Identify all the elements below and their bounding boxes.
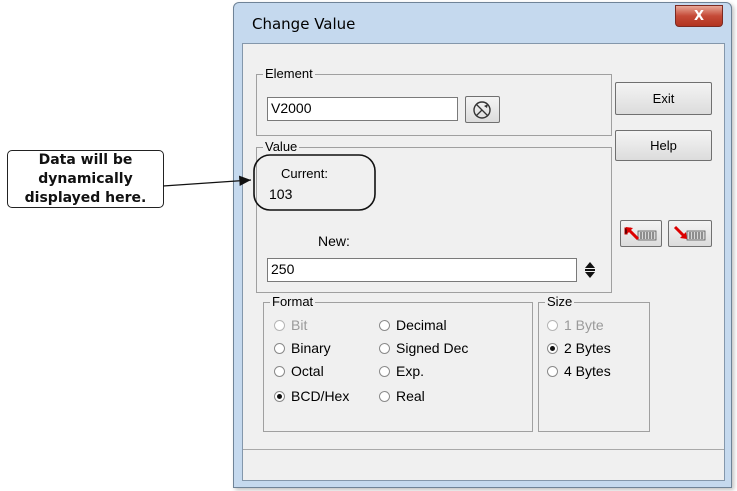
close-icon: X (693, 8, 705, 24)
callout-label: Data will be dynamically displayed here. (7, 150, 164, 208)
read-value-button[interactable] (620, 220, 662, 247)
element-input[interactable]: V2000 (267, 97, 458, 121)
format-radio-bcd-hex[interactable]: BCD/Hex (274, 388, 349, 404)
format-radio-bit[interactable]: Bit (274, 317, 307, 333)
size-legend: Size (545, 294, 575, 310)
radio-circle (379, 390, 390, 402)
format-radio-binary[interactable]: Binary (274, 340, 331, 356)
element-browse-button[interactable] (465, 96, 500, 123)
red-arrow-left-icon (624, 226, 657, 240)
radio-circle (379, 365, 390, 377)
size-radio-1-byte[interactable]: 1 Byte (547, 317, 604, 333)
radio-label: 4 Bytes (564, 363, 611, 379)
title-bar[interactable]: Change Value X (234, 3, 731, 43)
radio-circle (547, 342, 558, 354)
format-radio-signed-dec[interactable]: Signed Dec (379, 340, 468, 356)
radio-label: Binary (291, 340, 331, 356)
exit-button[interactable]: Exit (615, 82, 712, 115)
spin-stepper-icon[interactable] (584, 260, 596, 280)
format-radio-decimal[interactable]: Decimal (379, 317, 447, 333)
write-value-button[interactable] (668, 220, 712, 247)
help-button[interactable]: Help (615, 130, 712, 161)
radio-label: 1 Byte (564, 317, 604, 333)
value-group: Value Current: 103 New: 250 (256, 139, 612, 293)
size-radio-4-bytes[interactable]: 4 Bytes (547, 363, 611, 379)
radio-circle (547, 319, 558, 331)
new-label: New: (318, 233, 350, 249)
radio-circle (379, 342, 390, 354)
change-value-dialog: Change Value X Element V2000 Exit Help V… (233, 2, 732, 488)
format-group: Format Bit Decimal Binary Signed Dec Oct… (263, 294, 533, 432)
status-bar (243, 449, 724, 480)
element-group: Element V2000 (256, 66, 612, 136)
size-radio-2-bytes[interactable]: 2 Bytes (547, 340, 611, 356)
dialog-client-area: Element V2000 Exit Help Value Current: 1… (242, 43, 725, 481)
size-group: Size 1 Byte 2 Bytes 4 Bytes (538, 294, 650, 432)
close-button[interactable]: X (675, 5, 723, 27)
format-radio-octal[interactable]: Octal (274, 363, 324, 379)
red-arrow-right-icon (673, 225, 706, 240)
radio-label: 2 Bytes (564, 340, 611, 356)
element-browse-icon (472, 100, 491, 119)
value-legend: Value (263, 139, 300, 155)
radio-label: Real (396, 388, 425, 404)
radio-label: Octal (291, 363, 324, 379)
current-label: Current: (281, 166, 328, 181)
element-legend: Element (263, 66, 315, 82)
new-value-input[interactable]: 250 (267, 258, 577, 282)
radio-label: Decimal (396, 317, 447, 333)
format-radio-exp[interactable]: Exp. (379, 363, 424, 379)
radio-circle (274, 342, 285, 354)
radio-label: BCD/Hex (291, 388, 350, 404)
current-value: 103 (269, 186, 293, 202)
radio-circle (379, 319, 390, 331)
format-legend: Format (270, 294, 316, 310)
radio-label: Exp. (396, 363, 425, 379)
format-radio-real[interactable]: Real (379, 388, 425, 404)
radio-label: Signed Dec (396, 340, 469, 356)
radio-circle (547, 365, 558, 377)
radio-circle (274, 390, 285, 402)
radio-label: Bit (291, 317, 308, 333)
window-title: Change Value (252, 15, 356, 33)
radio-circle (274, 319, 285, 331)
radio-circle (274, 365, 285, 377)
